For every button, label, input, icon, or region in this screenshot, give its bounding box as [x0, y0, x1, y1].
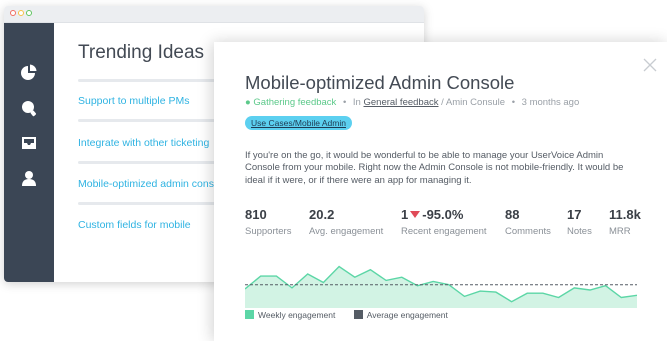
trending-ideas-title: Trending Ideas: [78, 42, 205, 63]
stat-label: MRR: [609, 226, 631, 237]
sidebar: [4, 23, 54, 282]
trend-down-icon: [410, 211, 421, 218]
in-label: In: [352, 97, 361, 108]
stat-value-prefix: 1: [401, 207, 409, 222]
bullet-separator: •: [342, 97, 347, 108]
lightbulb-icon[interactable]: [19, 99, 39, 119]
legend-weekly: Weekly engagement: [245, 310, 335, 320]
legend-swatch: [245, 310, 254, 319]
stat-label: Avg. engagement: [309, 226, 384, 237]
stat-value: 1 -95.0%: [401, 207, 487, 224]
chart-legend: Weekly engagement Average engagement: [245, 310, 464, 320]
minimize-window-button[interactable]: [18, 10, 24, 16]
engagement-chart: [245, 265, 637, 308]
stat-label: Comments: [505, 226, 551, 237]
stat-value: 20.2: [309, 207, 335, 222]
idea-meta: ● Gathering feedback • In General feedba…: [245, 97, 579, 108]
forum-suffix: / Amin Consule: [441, 97, 506, 108]
stat-comments: 88 Comments: [505, 207, 551, 237]
weekly-engagement-area: [245, 266, 637, 308]
pie-chart-icon[interactable]: [19, 63, 39, 83]
stat-label: Recent engagement: [401, 226, 487, 237]
stat-label: Supporters: [245, 226, 292, 237]
stat-avg-engagement: 20.2 Avg. engagement: [309, 207, 383, 237]
legend-label: Average engagement: [366, 310, 448, 320]
idea-detail-card: Mobile-optimized Admin Console ● Gatheri…: [214, 42, 667, 341]
status-indicator: ● Gathering feedback: [245, 97, 337, 108]
close-window-button[interactable]: [10, 10, 16, 16]
maximize-window-button[interactable]: [26, 10, 32, 16]
divider: [78, 161, 218, 164]
stat-label: Notes: [567, 226, 592, 237]
stat-value: 88: [505, 207, 520, 222]
stat-value: 17: [567, 207, 582, 222]
divider: [78, 202, 223, 205]
status-label: Gathering feedback: [253, 97, 337, 108]
time-ago: 3 months ago: [521, 97, 580, 108]
legend-swatch: [353, 310, 363, 319]
close-icon[interactable]: [643, 58, 657, 72]
stat-value-change: -95.0%: [422, 207, 464, 222]
idea-title: Mobile-optimized Admin Console: [245, 72, 515, 93]
bullet-separator: •: [511, 97, 516, 108]
inbox-icon[interactable]: [19, 133, 39, 153]
category-tag[interactable]: Use Cases/Mobile Admin: [245, 116, 352, 130]
stat-mrr: 11.8k MRR: [609, 207, 641, 237]
user-icon[interactable]: [19, 169, 39, 189]
stat-value: 810: [245, 207, 267, 222]
legend-average: Average engagement: [353, 310, 448, 320]
stat-notes: 17 Notes: [567, 207, 592, 237]
stat-recent-engagement: 1 -95.0% Recent engagement: [401, 207, 487, 237]
forum-link[interactable]: General feedback: [364, 97, 439, 108]
idea-description: If you're on the go, it would be wonderf…: [245, 150, 624, 186]
stat-value: 11.8k: [609, 207, 641, 222]
window-titlebar: [4, 6, 424, 23]
stat-supporters: 810 Supporters: [245, 207, 291, 237]
divider: [78, 119, 228, 122]
legend-label: Weekly engagement: [258, 310, 336, 320]
